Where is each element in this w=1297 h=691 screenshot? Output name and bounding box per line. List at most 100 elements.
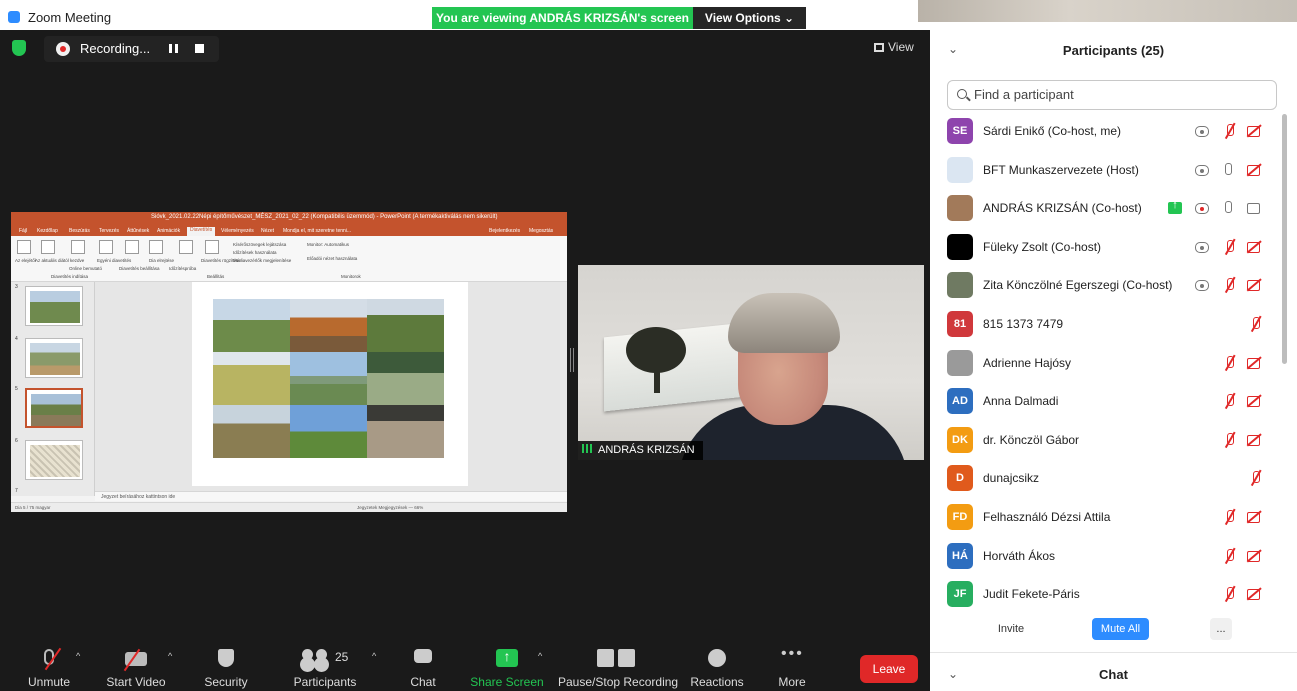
notes-pane[interactable]: Jegyzet beírásához kattintson ide (95, 491, 567, 501)
participant-row[interactable]: AD Anna Dalmadi (930, 382, 1286, 420)
view-options-button[interactable]: View Options ⌄ (693, 7, 806, 29)
pause-recording-icon[interactable] (169, 44, 178, 53)
participant-list-scrollbar[interactable] (1282, 114, 1287, 364)
participant-row[interactable]: HÁ Horváth Ákos (930, 537, 1286, 575)
avatar: FD (947, 504, 973, 530)
ppt-tell-me[interactable]: Mondja el, mit szeretne tenni... (283, 228, 351, 234)
view-button[interactable]: View (874, 40, 914, 54)
ppt-tab-active[interactable]: Diavetítés (187, 227, 216, 236)
pause-stop-icon (597, 649, 635, 667)
smiley-icon (708, 649, 726, 667)
chevron-up-icon[interactable]: ^ (168, 651, 172, 661)
ppt-tab[interactable]: Véleményezés (221, 228, 254, 234)
muted-mic-icon (1220, 123, 1236, 139)
ppt-tab[interactable]: Nézet (261, 228, 274, 234)
sharing-icon (1168, 199, 1182, 215)
chevron-up-icon[interactable]: ^ (538, 651, 542, 661)
participant-video[interactable] (578, 265, 924, 460)
ribbon-record-icon[interactable] (205, 240, 219, 254)
video-off-icon (125, 652, 147, 666)
stop-recording-icon[interactable] (195, 44, 204, 53)
invite-button[interactable]: Invite (990, 618, 1032, 640)
participant-name: BFT Munkaszervezete (Host) (983, 162, 1139, 177)
share-screen-icon (496, 648, 518, 667)
slide-editor[interactable] (95, 282, 567, 496)
participant-row[interactable]: DK dr. Könczöl Gábor (930, 421, 1286, 459)
slide-thumbnail[interactable] (25, 286, 83, 326)
participant-search-input[interactable]: Find a participant (947, 80, 1277, 110)
muted-mic-icon (1246, 470, 1262, 486)
slide-thumbnail-selected[interactable] (25, 388, 83, 428)
slide-number: 7 (15, 488, 18, 494)
participant-row[interactable]: Adrienne Hajósy (930, 344, 1286, 382)
mute-all-button[interactable]: Mute All (1092, 618, 1149, 640)
ribbon-setup-icon[interactable] (125, 240, 139, 254)
avatar (947, 272, 973, 299)
participants-button[interactable]: 25 ^ Participants (290, 637, 376, 691)
muted-mic-icon (1220, 548, 1236, 564)
current-slide[interactable] (192, 282, 468, 486)
slide-thumbnail[interactable] (25, 338, 83, 378)
security-button[interactable]: Security (198, 637, 254, 691)
ribbon-label[interactable]: Kísérőszövegek lejátszása (233, 242, 286, 247)
pause-stop-recording-button[interactable]: Pause/Stop Recording (558, 637, 678, 691)
ppt-tab[interactable]: Tervezés (99, 228, 119, 234)
participant-row[interactable]: SE Sárdi Enikő (Co-host, me) (930, 112, 1286, 150)
layout-splitter[interactable] (570, 348, 574, 372)
ppt-status-left: Dia 5 / 75 magyar (15, 505, 51, 510)
ribbon-hide-icon[interactable] (149, 240, 163, 254)
unmute-button[interactable]: ^ Unmute (18, 637, 80, 691)
ribbon-custom-icon[interactable] (99, 240, 113, 254)
search-icon (957, 89, 967, 99)
participant-row[interactable]: Füleky Zsolt (Co-host) (930, 228, 1286, 266)
muted-mic-icon (1220, 393, 1236, 409)
leave-button[interactable]: Leave (860, 655, 918, 683)
chat-button[interactable]: Chat (398, 637, 448, 691)
ppt-share[interactable]: Megosztás (529, 228, 553, 234)
person-hair (728, 293, 840, 353)
participant-row[interactable]: JF Judit Fekete-Páris (930, 575, 1286, 612)
more-button[interactable]: ••• More (768, 637, 816, 691)
more-options-button[interactable]: ... (1210, 618, 1232, 640)
ribbon-label[interactable]: Előadói nézet használata (307, 256, 357, 261)
ppt-tab[interactable]: Fájl (19, 228, 27, 234)
ppt-signin[interactable]: Bejelentkezés (489, 228, 520, 234)
participant-list[interactable]: SE Sárdi Enikő (Co-host, me) BFT Munkaszer… (930, 112, 1286, 612)
ribbon-group-label: Beállítás (207, 274, 225, 279)
chevron-up-icon[interactable]: ^ (372, 651, 376, 661)
ribbon-label[interactable]: Időzítések használata (233, 250, 277, 255)
ppt-tab[interactable]: Áttűnések (127, 228, 149, 234)
ribbon-online-icon[interactable] (71, 240, 85, 254)
slide-photo (367, 405, 444, 458)
ppt-tab[interactable]: Beszúrás (69, 228, 90, 234)
reactions-button[interactable]: Reactions (688, 637, 746, 691)
video-off-icon (1246, 277, 1262, 293)
slide-thumbnail[interactable] (25, 440, 83, 480)
ppt-tab[interactable]: Animációk (157, 228, 180, 234)
participant-row[interactable]: ANDRÁS KRIZSÁN (Co-host) (930, 189, 1286, 227)
participant-row[interactable]: Ddunajcsikz (930, 459, 1286, 497)
background-photo-strip (918, 0, 1297, 22)
share-screen-button[interactable]: ^ Share Screen (470, 637, 544, 691)
participant-row[interactable]: 81 815 1373 7479 (930, 305, 1286, 343)
recording-status-icon (1194, 162, 1210, 178)
slide-thumbnails[interactable]: 3 4 5 6 7 (11, 282, 95, 496)
ribbon-rehearse-icon[interactable] (179, 240, 193, 254)
ribbon-label[interactable]: Médiavezérlők megjelenítése (233, 258, 291, 263)
ppt-tab[interactable]: Kezdőlap (37, 228, 58, 234)
start-video-button[interactable]: ^ Start Video (100, 637, 172, 691)
ribbon-label[interactable]: Monitor: Automatikus (307, 242, 349, 247)
chevron-up-icon[interactable]: ^ (76, 651, 80, 661)
shared-screen[interactable]: Sióvk_2021.02.22Népi építőművészet_MÉSZ_… (11, 212, 567, 512)
ribbon-label: Az aktuális diától kezdve (35, 258, 85, 263)
slide-number: 4 (15, 336, 18, 342)
more-label: More (778, 675, 806, 689)
participant-row[interactable]: FD Felhasználó Dézsi Attila (930, 498, 1286, 536)
ribbon-start-icon[interactable] (17, 240, 31, 254)
ribbon-current-icon[interactable] (41, 240, 55, 254)
participant-row[interactable]: BFT Munkaszervezete (Host) (930, 151, 1286, 189)
ppt-title-bar: Sióvk_2021.02.22Népi építőművészet_MÉSZ_… (11, 212, 567, 226)
participant-row[interactable]: Zita Könczölné Egerszegi (Co-host) (930, 266, 1286, 304)
chat-panel-header[interactable]: ⌄ Chat (930, 652, 1297, 691)
encryption-shield-icon[interactable] (12, 40, 26, 56)
